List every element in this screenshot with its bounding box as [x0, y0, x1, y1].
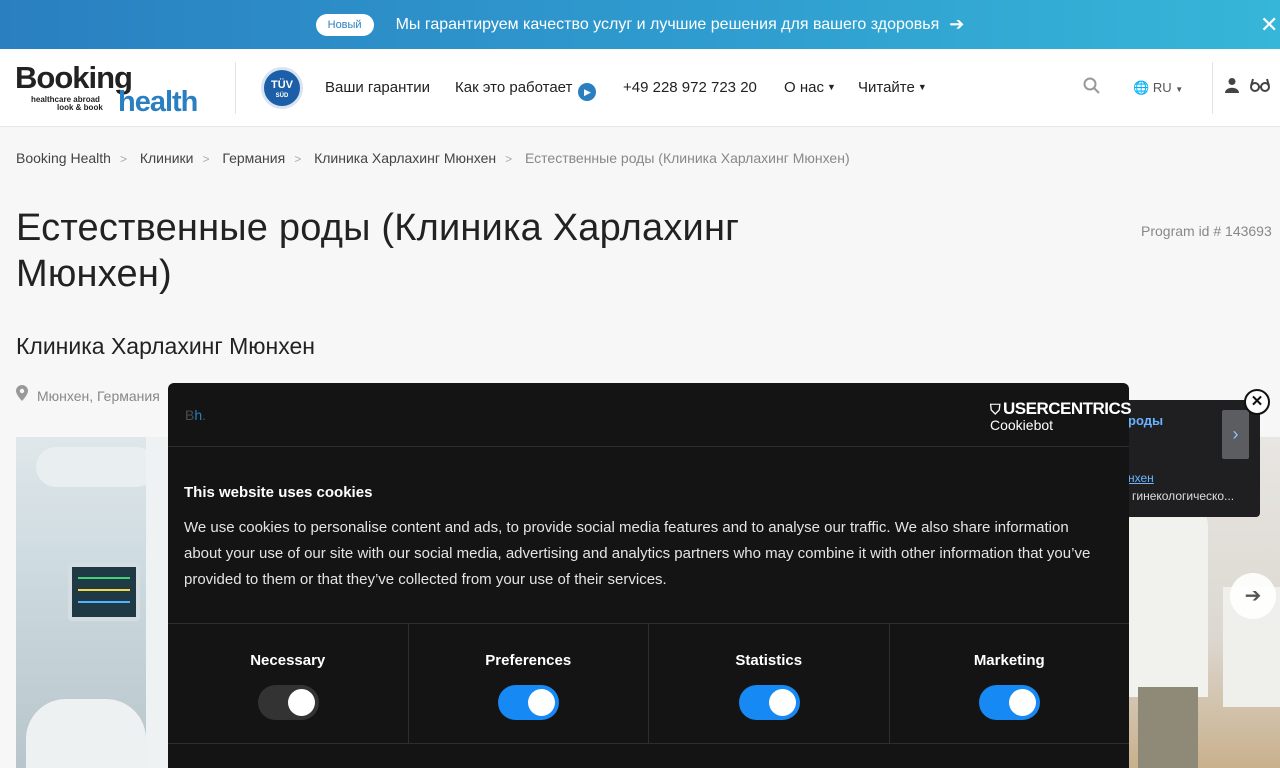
new-badge: Новый — [315, 13, 374, 36]
site-header: Booking healthcare abroad look & book he… — [0, 49, 1280, 127]
language-switch[interactable]: 🌐 RU ▼ — [1133, 80, 1183, 96]
clinic-photo-left[interactable] — [16, 437, 176, 768]
search-icon[interactable] — [1083, 77, 1100, 99]
booking-health-logo[interactable]: Booking healthcare abroad look & book he… — [15, 60, 205, 118]
breadcrumb-current: Естественные роды (Клиника Харлахинг Мюн… — [525, 150, 850, 166]
category-label: Marketing — [973, 652, 1045, 669]
popup-next-button[interactable]: › — [1222, 410, 1249, 459]
shield-icon: ⛉ — [990, 401, 1001, 417]
popup-close-button[interactable]: ✕ — [1244, 389, 1270, 415]
header-divider — [1212, 62, 1213, 114]
clinic-name[interactable]: Клиника Харлахинг Мюнхен — [16, 333, 315, 360]
chevron-right-icon: > — [202, 152, 210, 166]
logo-word-health: health — [118, 86, 198, 118]
cookiebot-label: Cookiebot — [990, 417, 1054, 433]
gallery-next-button[interactable]: ➔ — [1230, 573, 1276, 619]
popup-title[interactable]: роды — [1128, 413, 1163, 428]
usercentrics-logo: ⛉ USERCENTRICS — [990, 399, 1132, 418]
category-label: Preferences — [485, 652, 572, 669]
breadcrumb-item[interactable]: Клиника Харлахинг Мюнхен — [314, 150, 496, 166]
header-divider — [235, 62, 236, 114]
category-marketing: Marketing — [890, 624, 1130, 743]
arrow-right-icon[interactable]: ➔ — [949, 14, 964, 35]
breadcrumb-item[interactable]: Клиники — [140, 150, 194, 166]
play-icon: ▶ — [578, 83, 597, 101]
map-pin-icon — [16, 385, 28, 406]
brand-logo: Bh. — [185, 407, 207, 423]
logo-word-booking: Booking — [15, 60, 133, 95]
category-necessary: Necessary — [168, 624, 409, 743]
page-title: Естественные роды (Клиника Харлахинг Мюн… — [16, 207, 740, 295]
breadcrumb-item[interactable]: Германия — [222, 150, 285, 166]
close-icon[interactable]: ✕ — [1260, 12, 1280, 38]
cookie-body-text: We use cookies to personalise content an… — [184, 519, 1091, 588]
nav-guarantees[interactable]: Ваши гарантии — [325, 79, 430, 96]
chevron-right-icon: > — [119, 152, 127, 166]
statistics-toggle[interactable] — [738, 685, 800, 720]
nav-phone[interactable]: +49 228 972 723 20 — [623, 79, 757, 96]
tuv-badge[interactable]: TÜV SÜD — [261, 67, 303, 109]
logo-tagline-2: look & book — [57, 103, 103, 112]
announcement-link[interactable]: Мы гарантируем качество услуг и лучшие р… — [396, 16, 940, 34]
close-icon: ✕ — [1250, 393, 1264, 410]
chevron-right-icon: › — [1232, 424, 1239, 444]
breadcrumb: Booking Health > Клиники > Германия > Клини… — [16, 150, 850, 166]
chevron-right-icon: > — [505, 152, 513, 166]
cookie-categories: Necessary Preferences Statistics Marketi… — [168, 623, 1129, 744]
clinic-location: Мюнхен, Германия — [16, 385, 160, 406]
category-label: Necessary — [250, 652, 326, 669]
marketing-toggle[interactable] — [979, 685, 1041, 720]
glasses-icon[interactable] — [1250, 77, 1270, 97]
caret-down-icon: ▼ — [826, 82, 836, 92]
nav-how-it-works[interactable]: Как это работает ▶ — [455, 79, 597, 101]
user-icon[interactable] — [1225, 77, 1239, 98]
popup-link[interactable]: нхен — [1128, 471, 1154, 485]
announcement-bar: Новый Мы гарантируем качество услуг и лу… — [0, 0, 1280, 49]
category-preferences: Preferences — [409, 624, 649, 743]
nav-read[interactable]: Читайте ▼ — [858, 79, 927, 96]
nav-about[interactable]: О нас ▼ — [784, 79, 836, 96]
program-id: Program id # 143693 — [1141, 223, 1272, 239]
category-statistics: Statistics — [649, 624, 890, 743]
category-label: Statistics — [735, 652, 803, 669]
globe-icon: 🌐 — [1133, 80, 1150, 95]
cookie-dialog: Bh. ⛉ USERCENTRICS Cookiebot This website… — [168, 383, 1132, 768]
breadcrumb-item[interactable]: Booking Health — [16, 150, 111, 166]
preferences-toggle[interactable] — [498, 685, 560, 720]
necessary-toggle — [257, 685, 319, 720]
cookie-heading: This website uses cookies — [184, 484, 373, 501]
caret-down-icon: ▼ — [917, 82, 927, 92]
cookie-dialog-header: Bh. ⛉ USERCENTRICS Cookiebot — [168, 383, 1132, 447]
monitor-image — [68, 563, 140, 621]
popup-text: гинекологическо... — [1132, 489, 1235, 503]
chevron-right-icon: > — [294, 152, 302, 166]
